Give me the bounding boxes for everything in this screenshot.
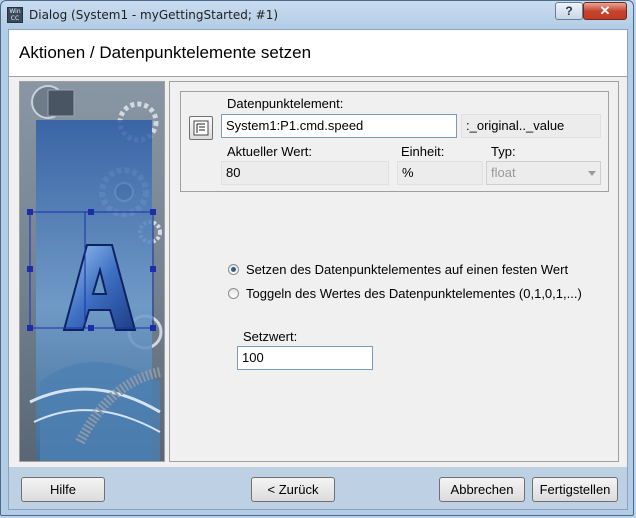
type-combobox[interactable]: float (486, 161, 601, 185)
dialog-window: Win CC Dialog (System1 - myGettingStarted… (0, 0, 634, 516)
wizard-header: Aktionen / Datenpunktelemente setzen (9, 30, 627, 77)
radio-toggle-value-indicator[interactable] (228, 288, 239, 299)
datapoint-group: Datenpunktelement: System1:P1.cmd.speed … (180, 91, 609, 192)
datapoint-label: Datenpunktelement: (227, 96, 344, 111)
radio-fixed-value-label[interactable]: Setzen des Datenpunktelementes auf einen… (246, 262, 568, 277)
radio-toggle-value-label[interactable]: Toggeln des Wertes des Datenpunktelement… (246, 286, 582, 301)
chevron-down-icon (588, 171, 596, 176)
type-combobox-value: float (491, 165, 516, 180)
unit-field: % (397, 161, 483, 185)
window-title: Dialog (System1 - myGettingStarted; #1) (29, 8, 279, 22)
cancel-button[interactable]: Abbrechen (439, 477, 525, 502)
setvalue-label: Setzwert: (243, 329, 298, 344)
wizard-illustration-panel (19, 81, 165, 462)
datapoint-selector-button[interactable] (189, 116, 213, 140)
datapoint-config-field: :_original.._value (461, 114, 601, 138)
app-icon: Win CC (7, 7, 23, 23)
datapoint-input[interactable]: System1:P1.cmd.speed (221, 114, 457, 138)
dialog-client-area: Aktionen / Datenpunktelemente setzen Dat… (8, 29, 628, 510)
wizard-main-panel: Datenpunktelement: System1:P1.cmd.speed … (169, 81, 619, 462)
help-button[interactable]: Hilfe (21, 477, 105, 502)
unit-label: Einheit: (401, 144, 445, 159)
title-bar[interactable]: Win CC Dialog (System1 - myGettingStarted… (1, 1, 633, 29)
finish-button[interactable]: Fertigstellen (532, 477, 618, 502)
wizard-footer: Hilfe < Zurück Abbrechen Fertigstellen (9, 467, 627, 509)
setvalue-input[interactable]: 100 (237, 346, 373, 370)
help-window-button[interactable]: ? (555, 2, 583, 20)
type-label: Typ: (491, 144, 516, 159)
wizard-illustration-image (20, 82, 164, 461)
page-title: Aktionen / Datenpunktelemente setzen (19, 43, 312, 62)
back-button[interactable]: < Zurück (251, 477, 335, 502)
current-value-field: 80 (221, 161, 389, 185)
datapoint-tree-icon (193, 120, 209, 136)
close-window-button[interactable]: ✕ (583, 2, 627, 20)
current-value-label: Aktueller Wert: (227, 144, 313, 159)
radio-fixed-value-indicator[interactable] (228, 264, 239, 275)
